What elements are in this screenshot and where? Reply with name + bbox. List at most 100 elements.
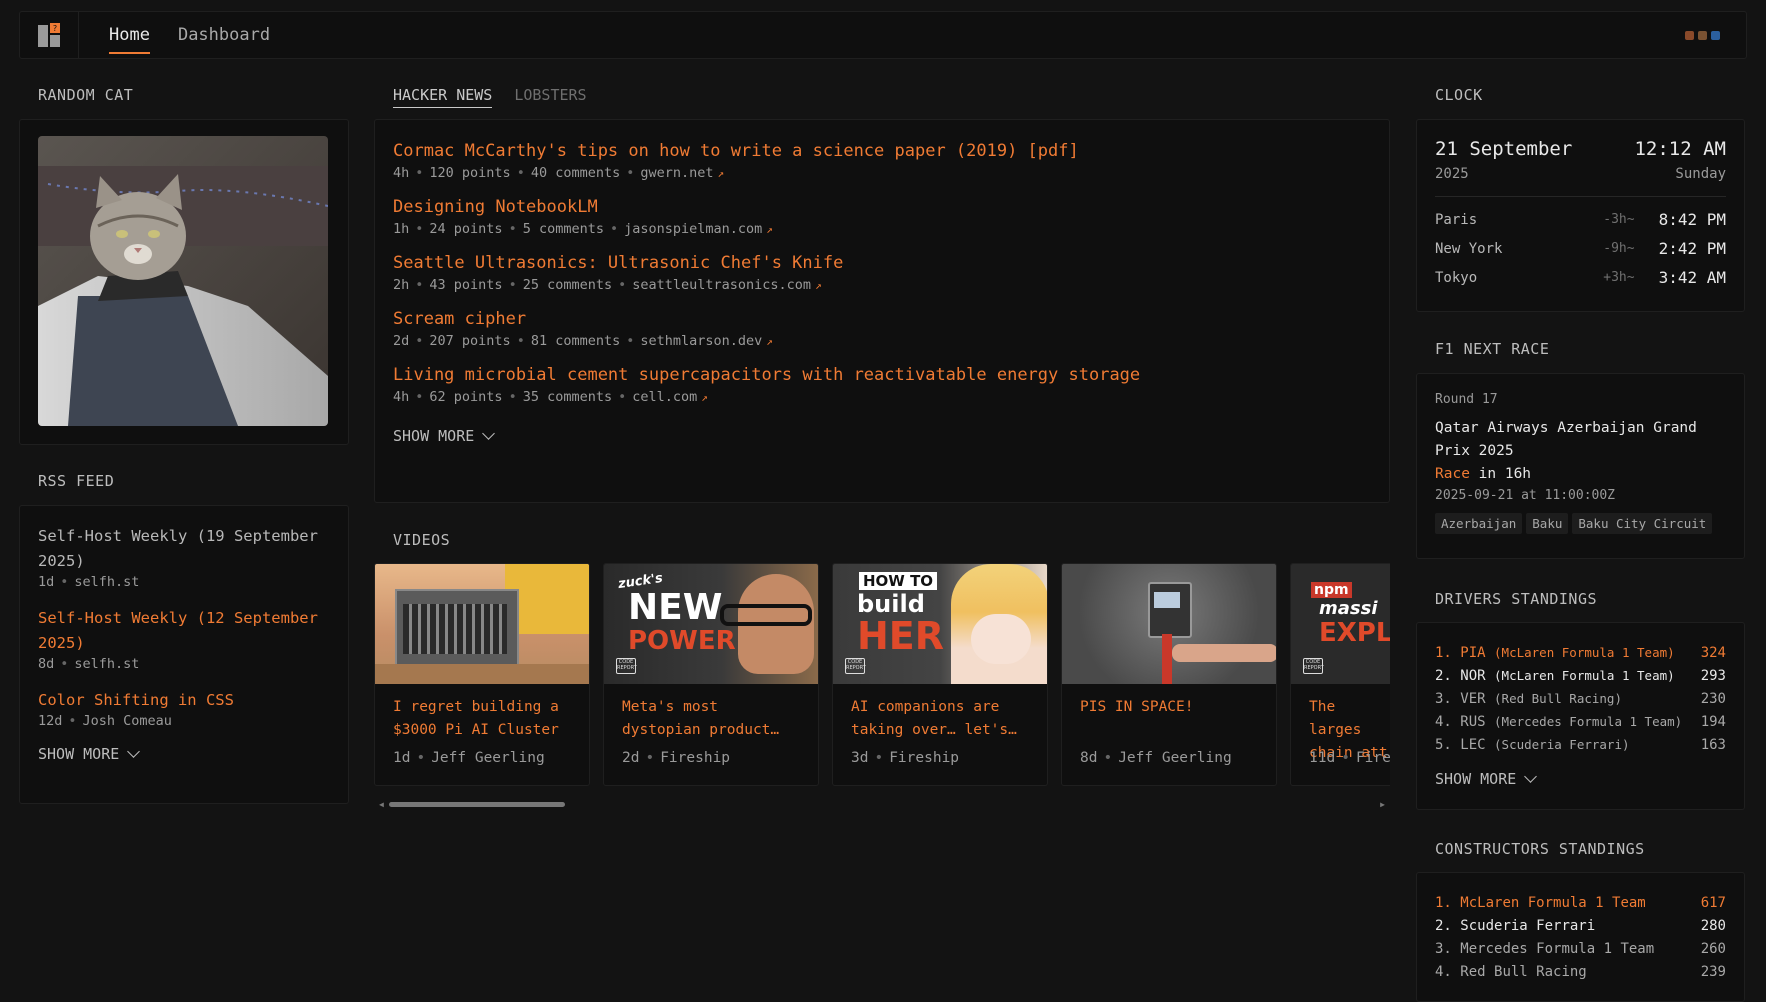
external-link-icon[interactable]: ↗ xyxy=(718,167,725,180)
theme-swatch-icon[interactable] xyxy=(1711,30,1720,40)
news-item[interactable]: Scream cipher 2d • 207 points • 81 comments •… xyxy=(393,308,1371,349)
video-thumbnail[interactable] xyxy=(375,564,589,684)
theme-swatch-icon[interactable] xyxy=(1685,30,1694,40)
video-age: 1d xyxy=(393,750,411,766)
cat-image[interactable] xyxy=(38,136,328,426)
scroll-left-icon[interactable]: ◀ xyxy=(379,800,384,809)
news-item[interactable]: Living microbial cement supercapacitors … xyxy=(393,364,1371,405)
news-item-age: 4h xyxy=(393,165,410,181)
f1-session: Race xyxy=(1435,466,1470,482)
constructor-row: 3. Mercedes Formula 1 Team 260 xyxy=(1435,937,1726,960)
external-link-icon[interactable]: ↗ xyxy=(701,391,708,404)
news-item-title[interactable]: Designing NotebookLM xyxy=(393,196,1371,218)
rss-item[interactable]: Self-Host Weekly (12 September 2025) 8d •… xyxy=(38,606,330,672)
news-item-comments[interactable]: 25 comments xyxy=(523,277,612,293)
constructor-points: 617 xyxy=(1700,894,1726,911)
constructor-row: 4. Red Bull Racing 239 xyxy=(1435,960,1726,983)
rss-item-source: selfh.st xyxy=(74,574,140,590)
driver-team: (McLaren Formula 1 Team) xyxy=(1494,644,1675,660)
video-card[interactable]: zuck's NEW POWER CODE REPORT Meta's most … xyxy=(603,563,819,786)
news-item-points: 120 points xyxy=(429,165,511,181)
timezone-row: Paris -3h~ 8:42 PM xyxy=(1435,205,1726,234)
rss-item-age: 1d xyxy=(38,574,55,590)
news-item-domain[interactable]: sethmlarson.dev xyxy=(640,333,762,349)
f1-countdown: in 16h xyxy=(1478,466,1532,482)
news-item-domain[interactable]: cell.com xyxy=(632,389,697,405)
rss-item-title[interactable]: Color Shifting in CSS xyxy=(38,688,330,713)
news-item[interactable]: Seattle Ultrasonics: Ultrasonic Chef's K… xyxy=(393,252,1371,293)
chevron-down-icon xyxy=(1524,770,1538,783)
code-report-badge-icon: CODE REPORT xyxy=(616,658,637,674)
constructor-position: 4. xyxy=(1435,963,1452,980)
driver-code: LEC xyxy=(1460,736,1486,753)
video-title[interactable]: Meta's most dystopian product… xyxy=(604,684,818,742)
constructor-points: 260 xyxy=(1700,940,1726,957)
constructor-team: Scuderia Ferrari xyxy=(1460,917,1596,934)
thumbnail-text: massi xyxy=(1319,598,1378,619)
news-item[interactable]: Cormac McCarthy's tips on how to write a… xyxy=(393,140,1371,181)
video-card[interactable]: npm massi EXPLO CODEREPORT The larges ch… xyxy=(1290,563,1390,786)
thumbnail-text: NEW xyxy=(628,587,723,628)
rss-item-title[interactable]: Self-Host Weekly (19 September 2025) xyxy=(38,524,330,574)
video-thumbnail[interactable]: npm massi EXPLO CODEREPORT xyxy=(1291,564,1390,684)
video-thumbnail[interactable]: zuck's NEW POWER CODE REPORT xyxy=(604,564,818,684)
nav-dashboard[interactable]: Dashboard xyxy=(178,17,270,53)
news-item-points: 62 points xyxy=(429,389,503,405)
video-title[interactable]: PIS IN SPACE! xyxy=(1062,684,1276,742)
driver-position: 3. xyxy=(1435,690,1452,707)
theme-swatches[interactable] xyxy=(1685,30,1720,40)
videos-carousel[interactable]: I regret building a $3000 Pi AI Cluster … xyxy=(374,560,1390,800)
scrollbar-thumb[interactable] xyxy=(389,802,565,807)
driver-position: 4. xyxy=(1435,713,1452,730)
tab-lobsters[interactable]: LOBSTERS xyxy=(514,86,586,108)
timezone-row: Tokyo +3h~ 3:42 AM xyxy=(1435,263,1726,292)
thumbnail-text: HER xyxy=(857,614,945,658)
timezone-diff: -9h~ xyxy=(1603,241,1635,256)
news-item-title[interactable]: Living microbial cement supercapacitors … xyxy=(393,364,1371,386)
logo[interactable]: ? xyxy=(20,12,79,58)
theme-swatch-icon[interactable] xyxy=(1698,30,1707,40)
news-item-domain[interactable]: gwern.net xyxy=(640,165,713,181)
news-item[interactable]: Designing NotebookLM 1h • 24 points • 5 comm… xyxy=(393,196,1371,237)
rss-item[interactable]: Color Shifting in CSS 12d • Josh Comeau xyxy=(38,688,330,729)
news-show-more-button[interactable]: SHOW MORE xyxy=(393,427,1371,445)
rss-show-more-button[interactable]: SHOW MORE xyxy=(38,745,330,763)
tab-hacker-news[interactable]: HACKER NEWS xyxy=(393,86,493,108)
news-item-title[interactable]: Seattle Ultrasonics: Ultrasonic Chef's K… xyxy=(393,252,1371,274)
f1-next-race-title: F1 NEXT RACE xyxy=(1435,340,1550,358)
external-link-icon[interactable]: ↗ xyxy=(766,223,773,236)
news-item-age: 1h xyxy=(393,221,410,237)
external-link-icon[interactable]: ↗ xyxy=(815,279,822,292)
video-card[interactable]: HOW TO build HER CODE REPORT AI companion… xyxy=(832,563,1048,786)
news-item-domain[interactable]: jasonspielman.com xyxy=(624,221,762,237)
news-item-comments[interactable]: 81 comments xyxy=(531,333,620,349)
rss-item-title[interactable]: Self-Host Weekly (12 September 2025) xyxy=(38,606,330,656)
video-thumbnail[interactable]: HOW TO build HER CODE REPORT xyxy=(833,564,1047,684)
news-item-title[interactable]: Scream cipher xyxy=(393,308,1371,330)
video-title[interactable]: I regret building a $3000 Pi AI Cluster xyxy=(375,684,589,742)
video-card[interactable]: PIS IN SPACE! 8d • Jeff Geerling xyxy=(1061,563,1277,786)
videos-scrollbar[interactable]: ◀ ▶ xyxy=(379,800,1385,809)
driver-team: (Mercedes Formula 1 Team) xyxy=(1494,713,1683,729)
news-item-comments[interactable]: 35 comments xyxy=(523,389,612,405)
rss-item[interactable]: Self-Host Weekly (19 September 2025) 1d •… xyxy=(38,524,330,590)
news-item-comments[interactable]: 40 comments xyxy=(531,165,620,181)
news-item-title[interactable]: Cormac McCarthy's tips on how to write a… xyxy=(393,140,1371,162)
video-card[interactable]: I regret building a $3000 Pi AI Cluster … xyxy=(374,563,590,786)
f1-chip-city: Baku xyxy=(1526,513,1569,534)
chevron-down-icon xyxy=(482,427,496,440)
news-item-comments[interactable]: 5 comments xyxy=(523,221,604,237)
driver-team: (McLaren Formula 1 Team) xyxy=(1494,667,1675,683)
video-title[interactable]: AI companions are taking over… let's… xyxy=(833,684,1047,742)
external-link-icon[interactable]: ↗ xyxy=(766,335,773,348)
scroll-right-icon[interactable]: ▶ xyxy=(1380,800,1385,809)
chevron-down-icon xyxy=(127,745,141,758)
news-item-domain[interactable]: seattleultrasonics.com xyxy=(632,277,811,293)
video-title[interactable]: The larges chain att xyxy=(1291,684,1390,761)
drivers-show-more-button[interactable]: SHOW MORE xyxy=(1435,770,1726,788)
video-thumbnail[interactable] xyxy=(1062,564,1276,684)
driver-code: VER xyxy=(1460,690,1486,707)
video-age: 3d xyxy=(851,750,869,766)
nav-home[interactable]: Home xyxy=(109,17,150,54)
f1-round: Round 17 xyxy=(1435,392,1498,407)
